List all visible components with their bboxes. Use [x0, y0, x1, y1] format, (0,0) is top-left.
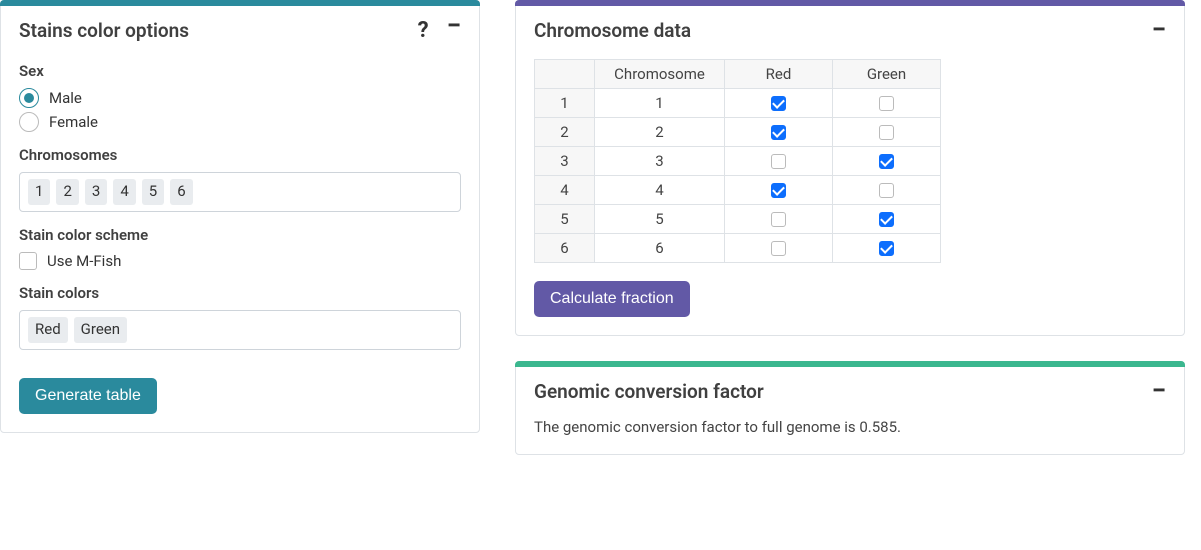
table-cell-chrom: 4	[595, 176, 725, 205]
table-row: 66	[535, 234, 941, 263]
radio-male-label: Male	[49, 89, 82, 107]
table-cell-rownum: 2	[535, 118, 595, 147]
genomic-panel-title: Genomic conversion factor	[534, 380, 1152, 403]
table-cell-stain	[833, 147, 941, 176]
chromosome-chip[interactable]: 3	[85, 179, 107, 205]
mfish-label: Use M-Fish	[47, 252, 121, 270]
table-cell-stain	[833, 176, 941, 205]
generate-table-button[interactable]: Generate table	[19, 378, 157, 414]
chromosome-data-card: Chromosome data − Chromosome RedGreen 11…	[515, 0, 1185, 336]
table-cell-chrom: 1	[595, 89, 725, 118]
table-cell-stain	[833, 118, 941, 147]
stain-checkbox[interactable]	[879, 183, 894, 198]
table-cell-stain	[725, 89, 833, 118]
stain-checkbox[interactable]	[771, 183, 786, 198]
stain-color-chip[interactable]: Red	[28, 317, 68, 343]
table-cell-stain	[725, 176, 833, 205]
chromosome-chip[interactable]: 2	[56, 179, 78, 205]
table-header-stain: Green	[833, 60, 941, 89]
help-icon[interactable]: ?	[418, 20, 429, 42]
table-row: 44	[535, 176, 941, 205]
table-header-chrom: Chromosome	[595, 60, 725, 89]
stain-checkbox[interactable]	[771, 154, 786, 169]
chromosomes-label: Chromosomes	[19, 146, 461, 164]
stain-colors-label: Stain colors	[19, 284, 461, 302]
table-row: 33	[535, 147, 941, 176]
table-cell-chrom: 5	[595, 205, 725, 234]
table-header-stain: Red	[725, 60, 833, 89]
mfish-checkbox[interactable]: Use M-Fish	[19, 252, 461, 270]
stain-checkbox[interactable]	[879, 154, 894, 169]
collapse-icon[interactable]: −	[1152, 24, 1166, 37]
chromosome-chip[interactable]: 1	[28, 179, 50, 205]
stain-colors-input[interactable]: RedGreen	[19, 310, 461, 350]
stain-checkbox[interactable]	[879, 125, 894, 140]
table-cell-stain	[833, 205, 941, 234]
radio-female[interactable]: Female	[19, 112, 461, 132]
collapse-icon[interactable]: −	[447, 20, 461, 42]
chromosome-chip[interactable]: 6	[170, 179, 192, 205]
table-cell-rownum: 6	[535, 234, 595, 263]
table-row: 55	[535, 205, 941, 234]
table-row: 22	[535, 118, 941, 147]
radio-icon	[19, 112, 39, 132]
stain-checkbox[interactable]	[879, 96, 894, 111]
table-cell-rownum: 1	[535, 89, 595, 118]
calculate-fraction-button[interactable]: Calculate fraction	[534, 281, 690, 317]
genomic-text: The genomic conversion factor to full ge…	[534, 418, 901, 436]
stain-checkbox[interactable]	[879, 212, 894, 227]
table-cell-stain	[833, 234, 941, 263]
radio-female-label: Female	[49, 113, 98, 131]
table-cell-chrom: 6	[595, 234, 725, 263]
radio-icon	[19, 88, 39, 108]
stain-checkbox[interactable]	[771, 212, 786, 227]
stain-checkbox[interactable]	[879, 241, 894, 256]
table-cell-stain	[725, 147, 833, 176]
sex-label: Sex	[19, 62, 461, 80]
table-cell-chrom: 2	[595, 118, 725, 147]
genomic-factor-card: Genomic conversion factor − The genomic …	[515, 361, 1185, 455]
table-cell-stain	[833, 89, 941, 118]
stain-color-chip[interactable]: Green	[74, 317, 127, 343]
chrom-panel-title: Chromosome data	[534, 19, 1152, 42]
table-cell-rownum: 4	[535, 176, 595, 205]
table-cell-chrom: 3	[595, 147, 725, 176]
checkbox-icon	[19, 252, 37, 270]
radio-male[interactable]: Male	[19, 88, 461, 108]
table-header-rownum	[535, 60, 595, 89]
stains-options-card: Stains color options ? − Sex Male Female…	[0, 0, 480, 433]
scheme-label: Stain color scheme	[19, 226, 461, 244]
stain-checkbox[interactable]	[771, 125, 786, 140]
stain-checkbox[interactable]	[771, 241, 786, 256]
table-row: 11	[535, 89, 941, 118]
table-cell-rownum: 3	[535, 147, 595, 176]
chromosome-chip[interactable]: 4	[113, 179, 135, 205]
stains-panel-title: Stains color options	[19, 19, 418, 42]
chromosome-chip[interactable]: 5	[142, 179, 164, 205]
table-cell-stain	[725, 118, 833, 147]
stain-checkbox[interactable]	[771, 96, 786, 111]
table-cell-stain	[725, 205, 833, 234]
chromosomes-input[interactable]: 123456	[19, 172, 461, 212]
table-cell-rownum: 5	[535, 205, 595, 234]
table-cell-stain	[725, 234, 833, 263]
chromosome-table: Chromosome RedGreen 112233445566	[534, 59, 941, 263]
collapse-icon[interactable]: −	[1152, 385, 1166, 398]
